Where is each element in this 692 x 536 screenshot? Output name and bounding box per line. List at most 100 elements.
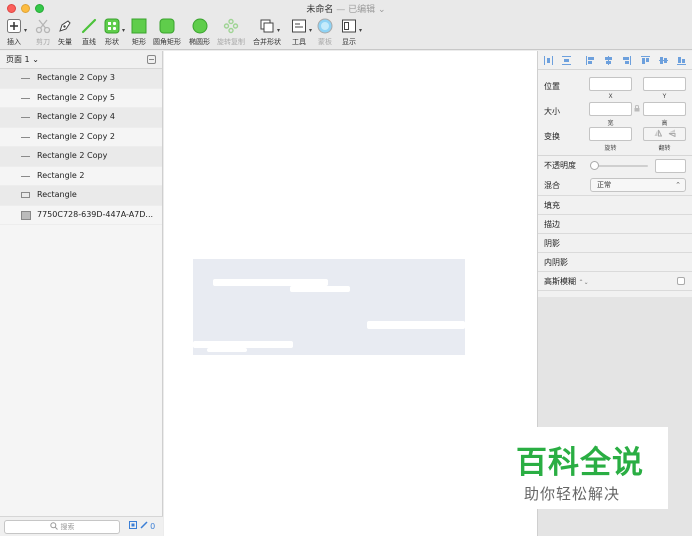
rotate-copy-button[interactable]: 旋转复制 bbox=[217, 18, 245, 47]
rotate-copy-icon bbox=[223, 18, 239, 34]
blend-mode-select[interactable]: 正常 ⌃ bbox=[590, 178, 686, 192]
distribute-vertical-icon[interactable] bbox=[562, 56, 571, 65]
line-button[interactable]: 直线 bbox=[81, 18, 97, 47]
scissors-button[interactable]: 剪刀 bbox=[35, 18, 51, 47]
shadow-section[interactable]: 阴影 bbox=[538, 234, 692, 253]
align-center-horizontal-icon[interactable] bbox=[604, 56, 613, 65]
export-slices-control[interactable]: 0 bbox=[129, 521, 155, 531]
fill-label: 填充 bbox=[544, 201, 560, 210]
align-middle-vertical-icon[interactable] bbox=[659, 56, 668, 65]
flip-label: 翻转 bbox=[658, 145, 671, 152]
layers-footer: 搜索 0 bbox=[0, 516, 163, 536]
rounded-rectangle-button[interactable]: 圆角矩形 bbox=[153, 18, 181, 47]
view-button[interactable]: ▾ 显示 bbox=[341, 18, 362, 47]
rounded-rectangle-icon bbox=[159, 18, 175, 34]
collapse-pages-button[interactable] bbox=[147, 55, 156, 64]
search-placeholder: 搜索 bbox=[60, 523, 75, 531]
line-layer-icon bbox=[21, 175, 30, 177]
position-row: 位置 X Y bbox=[538, 76, 692, 101]
scissors-icon bbox=[35, 18, 51, 34]
vector-button[interactable]: 矢量 bbox=[57, 18, 73, 47]
rotate-copy-label: 旋转复制 bbox=[217, 38, 245, 46]
rectangle-label: 矩形 bbox=[132, 38, 146, 46]
line-layer-icon bbox=[21, 156, 30, 157]
layer-name: Rectangle 2 Copy 2 bbox=[37, 131, 115, 141]
align-right-icon[interactable] bbox=[622, 56, 631, 65]
border-section[interactable]: 描边 bbox=[538, 215, 692, 234]
x-position-field[interactable] bbox=[589, 77, 632, 91]
opacity-field[interactable] bbox=[655, 159, 686, 173]
mask-button[interactable]: 蒙板 bbox=[317, 18, 333, 47]
slice-count: 0 bbox=[150, 522, 156, 531]
image-layer-preview[interactable] bbox=[193, 259, 465, 355]
insert-label: 插入 bbox=[7, 38, 21, 46]
blend-mode-value: 正常 bbox=[597, 181, 611, 189]
layer-row[interactable]: Rectangle 2 bbox=[0, 167, 162, 186]
alignment-toolbar bbox=[538, 51, 692, 70]
align-left-icon[interactable] bbox=[586, 56, 595, 65]
search-icon bbox=[49, 522, 58, 532]
layer-row[interactable]: 7750C728-639D-447A-A7D... bbox=[0, 206, 162, 225]
distribute-horizontal-icon[interactable] bbox=[544, 56, 553, 65]
scissors-label: 剪刀 bbox=[36, 38, 50, 46]
height-field[interactable] bbox=[643, 102, 686, 116]
white-rectangle-shape[interactable] bbox=[367, 321, 465, 329]
shapes-button[interactable]: ▾ 形状 bbox=[104, 18, 125, 47]
view-label: 显示 bbox=[342, 38, 356, 46]
rectangle-icon bbox=[131, 18, 147, 34]
layers-panel: 页面 1 ⌄ Rectangle 2 Copy 3 Rectangle 2 Co… bbox=[0, 51, 163, 536]
select-arrows-icon: ⌃ bbox=[675, 181, 681, 189]
align-top-icon[interactable] bbox=[641, 56, 650, 65]
align-bottom-icon[interactable] bbox=[677, 56, 686, 65]
layer-row[interactable]: Rectangle 2 Copy bbox=[0, 147, 162, 167]
white-rectangle-shape[interactable] bbox=[193, 341, 293, 348]
opacity-slider-knob[interactable] bbox=[590, 161, 599, 170]
layer-search-field[interactable]: 搜索 bbox=[4, 520, 120, 534]
page-dropdown-caret[interactable]: ⌄ bbox=[32, 55, 39, 64]
opacity-label: 不透明度 bbox=[544, 161, 576, 170]
blur-checkbox[interactable] bbox=[677, 277, 685, 285]
tools-icon: ▾ bbox=[291, 18, 312, 34]
rotation-field[interactable] bbox=[589, 127, 632, 141]
rectangle-layer-icon bbox=[21, 192, 30, 198]
width-field[interactable] bbox=[589, 102, 632, 116]
toolbar: ▾ 插入 剪刀 矢量 直线 ▾ 形状 矩形 圆角矩形 椭圆形 旋转复制 ▾ 合并… bbox=[0, 16, 692, 50]
canvas[interactable] bbox=[164, 51, 537, 536]
flip-horizontal-icon[interactable] bbox=[654, 129, 662, 140]
oval-button[interactable]: 椭圆形 bbox=[189, 18, 210, 47]
line-layer-icon bbox=[21, 78, 30, 79]
mask-icon bbox=[317, 18, 333, 34]
y-position-field[interactable] bbox=[643, 77, 686, 91]
layer-name: Rectangle 2 Copy 5 bbox=[37, 92, 115, 102]
white-rectangle-shape[interactable] bbox=[290, 286, 350, 292]
knife-icon bbox=[140, 521, 151, 531]
inner-shadow-section[interactable]: 内阴影 bbox=[538, 253, 692, 272]
layer-name: 7750C728-639D-447A-A7D... bbox=[37, 209, 154, 219]
page-selector[interactable]: 页面 1 ⌄ bbox=[0, 51, 162, 69]
flip-buttons[interactable] bbox=[643, 127, 686, 141]
layer-name: Rectangle 2 Copy 4 bbox=[37, 112, 115, 121]
tools-button[interactable]: ▾ 工具 bbox=[291, 18, 312, 47]
combine-shapes-button[interactable]: ▾ 合并形状 bbox=[253, 18, 281, 47]
flip-vertical-icon[interactable] bbox=[668, 129, 676, 140]
layer-row[interactable]: Rectangle bbox=[0, 186, 162, 206]
lock-ratio-icon[interactable] bbox=[634, 104, 640, 115]
combine-shapes-icon: ▾ bbox=[259, 18, 280, 34]
rectangle-button[interactable]: 矩形 bbox=[131, 18, 147, 47]
layer-row[interactable]: Rectangle 2 Copy 4 bbox=[0, 108, 162, 128]
layer-row[interactable]: Rectangle 2 Copy 5 bbox=[0, 89, 162, 108]
insert-button[interactable]: ▾ 插入 bbox=[6, 18, 27, 47]
white-rectangle-shape[interactable] bbox=[213, 279, 328, 286]
fill-section[interactable]: 填充 bbox=[538, 196, 692, 215]
layer-row[interactable]: Rectangle 2 Copy 2 bbox=[0, 128, 162, 147]
y-label: Y bbox=[662, 93, 667, 100]
blur-section[interactable]: 高斯模糊 ⌃⌄ bbox=[538, 272, 692, 291]
title-menu-caret[interactable]: ⌄ bbox=[378, 5, 386, 15]
shapes-label: 形状 bbox=[105, 38, 119, 46]
image-layer-icon bbox=[21, 210, 31, 220]
white-rectangle-shape[interactable] bbox=[207, 348, 247, 352]
blur-type-caret[interactable]: ⌃⌄ bbox=[579, 279, 589, 286]
document-name: 未命名 bbox=[306, 5, 334, 15]
rotate-label: 旋转 bbox=[604, 145, 617, 152]
layer-row[interactable]: Rectangle 2 Copy 3 bbox=[0, 69, 162, 89]
